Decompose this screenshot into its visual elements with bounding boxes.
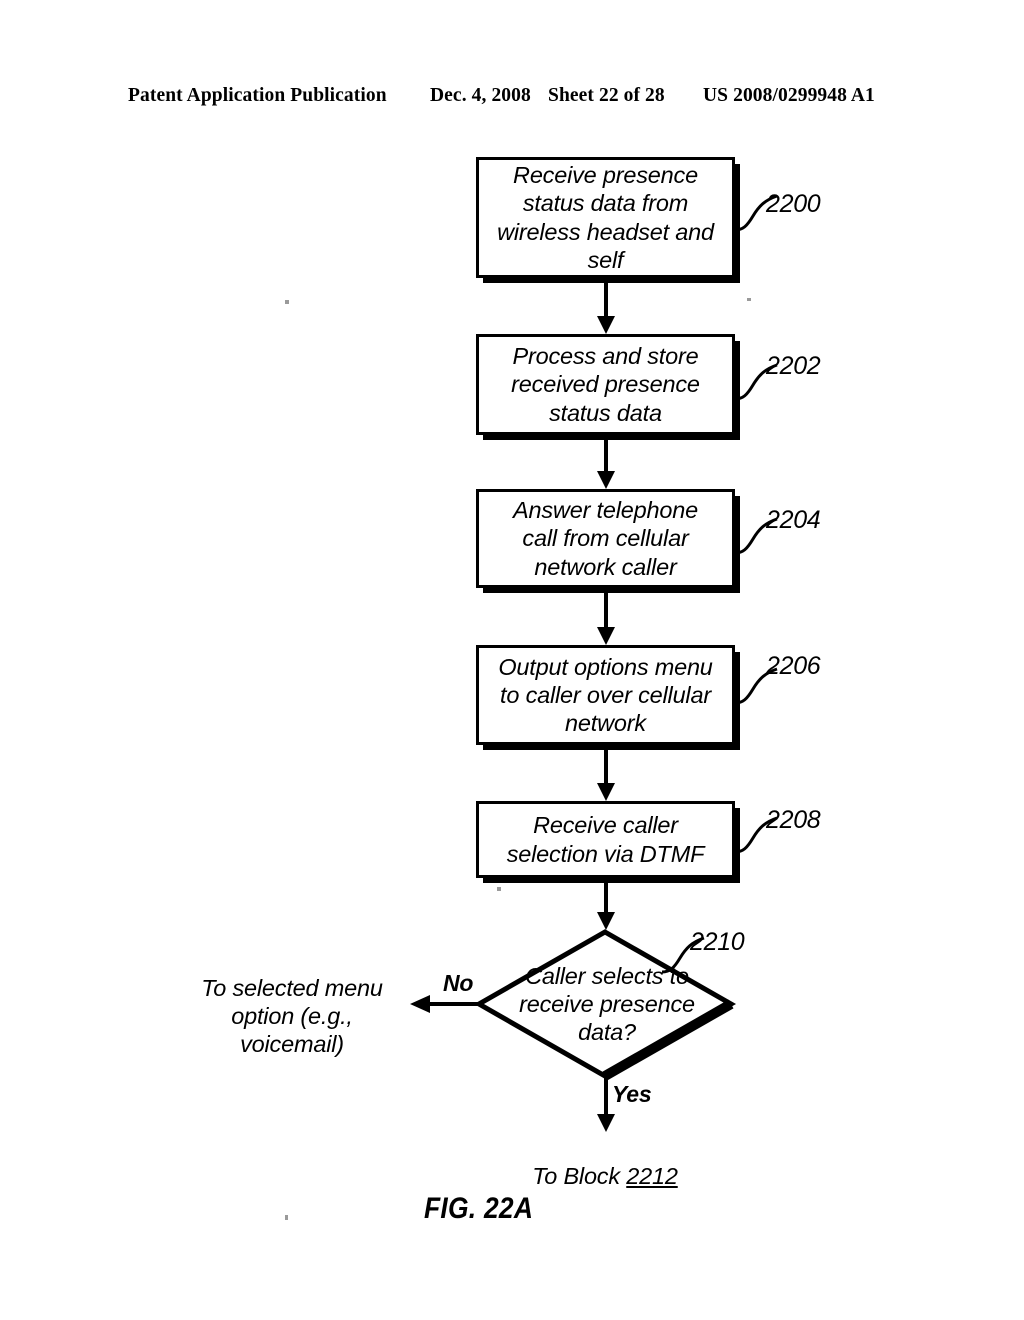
reference-numeral-2206: 2206 [766,652,821,680]
process-node-2202: Process and store received presence stat… [476,334,735,435]
connector-no-branch [410,995,482,1013]
scan-speck [285,300,289,304]
process-node-2208: Receive caller selection via DTMF [476,801,735,878]
yes-branch-target-prefix: To Block [532,1163,627,1190]
connector-2204-to-2206 [597,588,615,645]
scan-speck [497,887,501,891]
connector-2200-to-2202 [597,278,615,334]
reference-numeral-2210: 2210 [690,928,745,956]
connector-2208-to-2210 [597,878,615,930]
reference-numeral-2208: 2208 [766,806,821,834]
process-node-2206-label: Output options menu to caller over cellu… [498,653,713,737]
process-node-2208-label: Receive caller selection via DTMF [506,812,705,867]
connector-yes-branch [597,1076,615,1132]
scan-speck [747,298,751,301]
reference-numeral-2204: 2204 [766,506,821,534]
process-node-2204-label: Answer telephone call from cellular netw… [513,497,698,580]
yes-branch-target-label: To Block 2212 [455,1134,755,1190]
process-node-2204: Answer telephone call from cellular netw… [476,489,735,588]
connector-2206-to-2208 [597,745,615,801]
process-node-2206: Output options menu to caller over cellu… [476,645,735,745]
yes-branch-target-number: 2212 [626,1163,678,1190]
process-node-2202-label: Process and store received presence stat… [511,343,700,426]
no-branch-target-label: To selected menu option (e.g., voicemail… [201,975,383,1058]
scan-speck [285,1215,288,1220]
flowchart-figure: Receive presence status data from wirele… [0,0,1024,1320]
figure-caption: FIG. 22A [424,1192,534,1225]
connector-2202-to-2204 [597,435,615,489]
reference-numeral-2200: 2200 [766,190,821,218]
reference-numeral-2202: 2202 [766,352,821,380]
process-node-2200-label: Receive presence status data from wirele… [497,162,714,273]
process-node-2200: Receive presence status data from wirele… [476,157,735,278]
